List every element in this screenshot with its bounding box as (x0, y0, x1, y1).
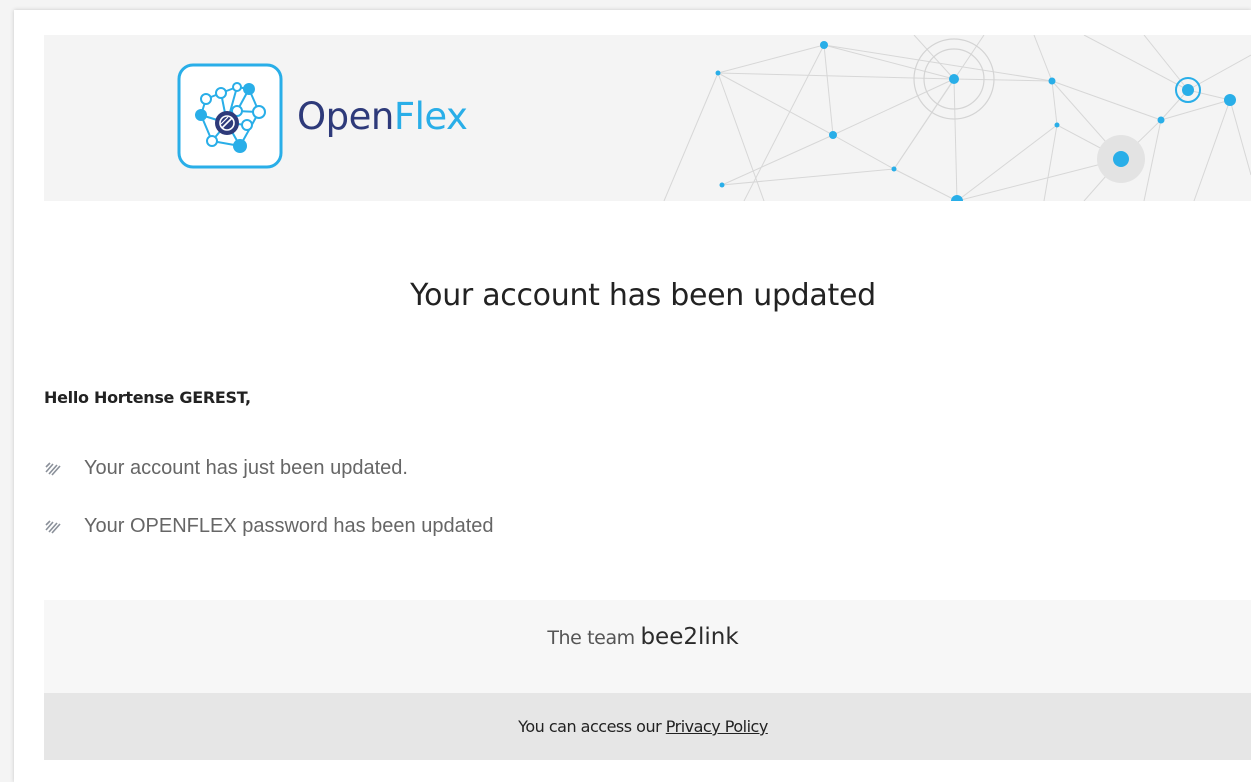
list-item-text: Your account has just been updated. (84, 456, 408, 479)
update-list: Your account has just been updated. Your… (44, 451, 494, 567)
header-banner: OpenFlex (44, 35, 1251, 201)
list-item: Your OPENFLEX password has been updated (44, 509, 494, 543)
privacy-prefix: You can access our (518, 717, 662, 736)
brand-part-flex: Flex (393, 95, 468, 138)
team-signature: The team bee2link (44, 624, 1242, 650)
bee2link-wordmark: bee2link (640, 624, 739, 650)
openflex-logo-icon (177, 63, 283, 169)
brand-wordmark: OpenFlex (297, 95, 468, 138)
list-item: Your account has just been updated. (44, 451, 494, 485)
greeting-text: Hello Hortense GEREST, (44, 388, 251, 407)
brand-part-open: Open (297, 95, 394, 138)
privacy-policy-link[interactable]: Privacy Policy (666, 717, 769, 736)
page-title: Your account has been updated (410, 278, 876, 313)
list-item-text: Your OPENFLEX password has been updated (84, 514, 494, 537)
striped-bullet-icon (44, 516, 64, 536)
striped-bullet-icon (44, 458, 64, 478)
team-prefix: The team (547, 627, 635, 649)
privacy-footer: You can access our Privacy Policy (44, 693, 1251, 760)
email-background: OpenFlex Your account has been updated H… (0, 0, 1251, 782)
privacy-line: You can access our Privacy Policy (44, 717, 1242, 736)
signature-footer: The team bee2link (44, 600, 1251, 693)
